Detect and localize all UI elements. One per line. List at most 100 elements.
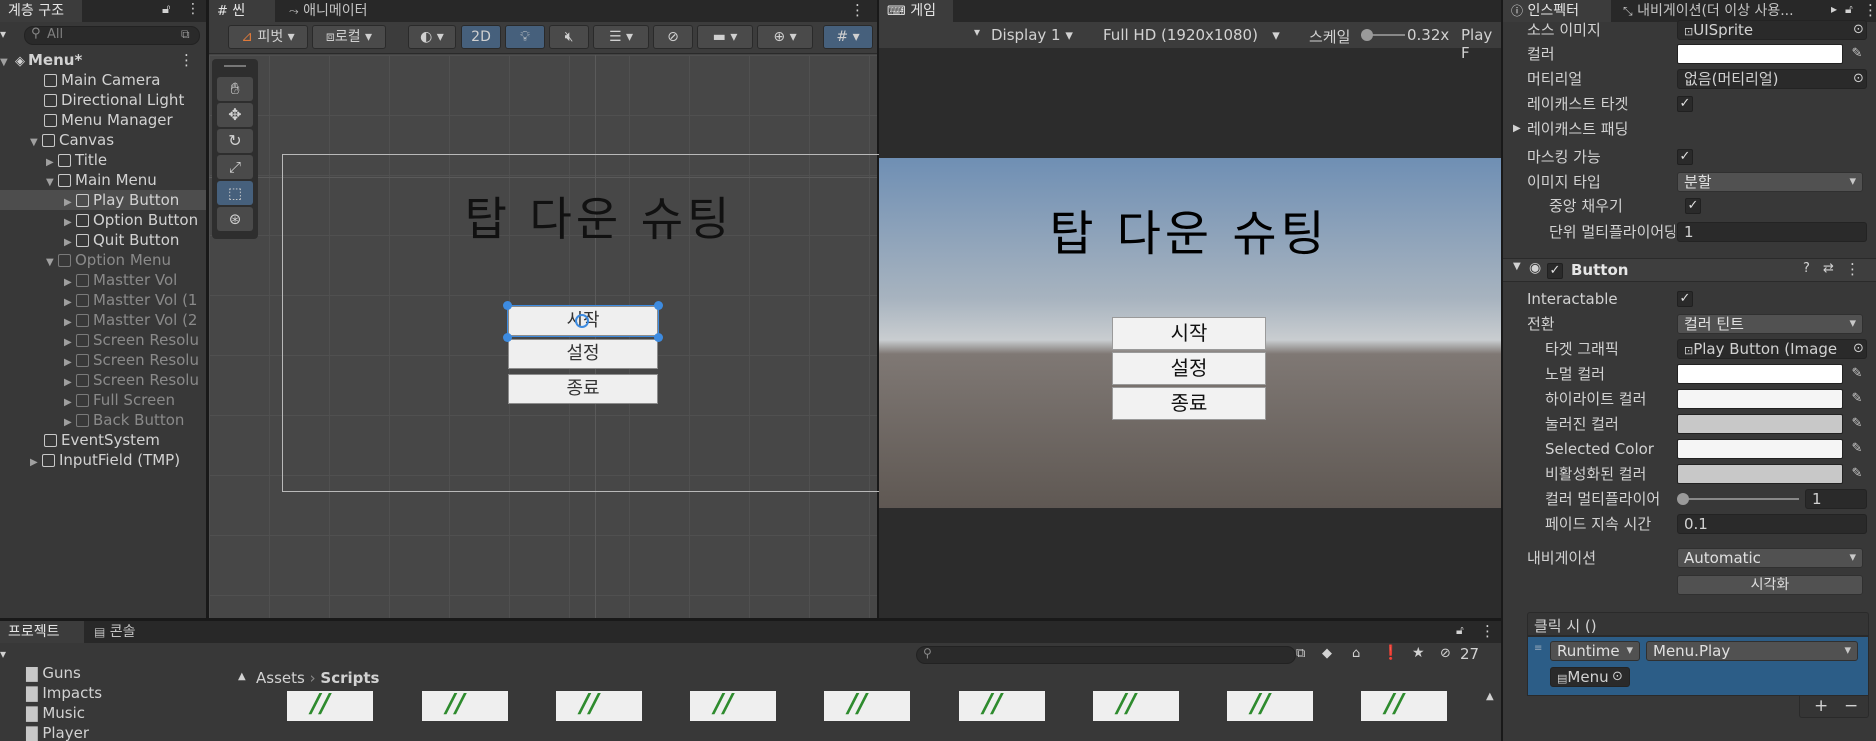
tree-item-screen-resolution[interactable]: ▶ Screen Resolu [0, 330, 206, 350]
runtime-dropdown[interactable]: Runtime [1550, 641, 1640, 661]
folder-item-guns[interactable]: ▇ Guns [0, 667, 246, 683]
component-menu-icon[interactable]: ⋮ [1845, 260, 1860, 278]
lock-icon[interactable]: 🔓︎ [162, 2, 170, 17]
rect-handle[interactable] [503, 301, 512, 310]
tab-console[interactable]: ▤ 콘솔 [86, 621, 154, 643]
eyedropper-icon[interactable]: ✎ [1849, 366, 1865, 382]
tab-game[interactable]: ⌨︎ 게임 [879, 0, 953, 22]
scale-tool-icon[interactable]: ⤢ [217, 155, 253, 179]
help-icon[interactable]: ? [1803, 261, 1810, 276]
script-asset-icon[interactable]: // [1361, 691, 1447, 721]
tab-hierarchy[interactable]: 계층 구조 [0, 0, 82, 22]
navigation-dropdown[interactable]: Automatic [1677, 548, 1863, 568]
tree-item-inputfield[interactable]: ▶ InputField (TMP) [0, 450, 206, 470]
overlay-drag-handle[interactable] [224, 65, 246, 67]
expand-arrow-icon[interactable]: ▶ [30, 453, 42, 470]
scene-viewport[interactable]: 탑 다운 슈팅 시작 설정 종료 [209, 55, 882, 618]
folder-item-music[interactable]: ▇ Music [0, 703, 246, 723]
tree-item-master-vol[interactable]: ▶ Mastter Vol [0, 270, 206, 290]
transition-dropdown[interactable]: 컬러 틴트 [1677, 314, 1863, 334]
expand-arrow-icon[interactable]: ▶ [64, 393, 76, 410]
hidden-packages-icon[interactable]: ⊘ [1440, 646, 1451, 661]
search-filter-icon[interactable]: ⧉ [181, 27, 190, 42]
script-asset-icon[interactable]: // [287, 691, 373, 721]
script-asset-icon[interactable]: // [556, 691, 642, 721]
favorite-icon[interactable]: ★ [1412, 645, 1425, 661]
move-tool-icon[interactable]: ✥ [217, 103, 253, 127]
tree-item-canvas[interactable]: ▼ Canvas [0, 130, 206, 150]
search-type-icon[interactable]: ⧉ [1296, 646, 1305, 661]
tab-scene[interactable]: # 씬 [209, 0, 275, 22]
eyedropper-icon[interactable]: ✎ [1849, 441, 1865, 457]
expand-arrow-icon[interactable]: ▶ [64, 293, 76, 310]
pivot-handle-icon[interactable] [575, 314, 589, 328]
expand-arrow-icon[interactable]: ▼ [30, 133, 42, 150]
normal-color-swatch[interactable] [1677, 364, 1843, 384]
play-focused-dropdown[interactable]: Play F [1461, 26, 1501, 62]
color-multiplier-slider[interactable] [1681, 498, 1799, 500]
pivot-dropdown[interactable]: ⊿ 피벗 ▾ [228, 25, 308, 49]
expand-arrow-icon[interactable]: ▼ [46, 173, 58, 190]
scale-slider-thumb[interactable] [1361, 29, 1373, 41]
color-multiplier-field[interactable]: 1 [1805, 489, 1867, 509]
maskable-checkbox[interactable]: ✓ [1677, 149, 1693, 165]
expand-arrow-icon[interactable]: ▶ [46, 153, 58, 170]
tree-item-option-button[interactable]: ▶ Option Button [0, 210, 206, 230]
expand-arrow-icon[interactable]: ▼ [46, 253, 58, 270]
selected-color-swatch[interactable] [1677, 439, 1843, 459]
script-asset-icon[interactable]: // [1093, 691, 1179, 721]
project-search-input[interactable]: ⚲ [916, 646, 1296, 664]
folder-item-impacts[interactable]: ▇ Impacts [0, 683, 246, 703]
object-picker-icon[interactable]: ⊙ [1853, 337, 1864, 361]
scale-slider[interactable] [1361, 28, 1405, 42]
hand-tool-icon[interactable]: ✋︎ [217, 77, 253, 101]
scroll-up-icon[interactable]: ▲ [238, 671, 246, 682]
tree-item-master-vol-1[interactable]: ▶ Mastter Vol (1 [0, 290, 206, 310]
color-multiplier-thumb[interactable] [1677, 493, 1689, 505]
onclick-entry[interactable]: ≡ Runtime Menu.Play ▤Menu ⊙ [1527, 636, 1869, 696]
breadcrumb-root[interactable]: Assets [256, 669, 305, 687]
expand-arrow-icon[interactable]: ▶ [64, 313, 76, 330]
label-filter-icon[interactable]: ⌂ [1352, 646, 1360, 661]
source-image-field[interactable]: ⊡UISprite [1677, 20, 1867, 40]
reorder-handle-icon[interactable]: ≡ [1534, 643, 1542, 654]
color-swatch[interactable] [1677, 44, 1843, 64]
project-more-icon[interactable]: ⋮ [1480, 622, 1495, 640]
tree-item-option-menu[interactable]: ▼ Option Menu [0, 250, 206, 270]
game-option-button[interactable]: 설정 [1112, 352, 1266, 385]
script-asset-icon[interactable]: // [422, 691, 508, 721]
pixels-per-unit-field[interactable]: 1 [1677, 222, 1867, 242]
camera-dropdown[interactable]: ▬ ▾ [697, 25, 753, 49]
script-asset-icon[interactable]: // [824, 691, 910, 721]
audio-toggle[interactable]: 🔇︎ [549, 25, 589, 49]
scene-root[interactable]: ▼ ◈ Menu* ⋮ [0, 50, 206, 70]
tree-item-play-button[interactable]: ▶ Play Button [0, 190, 206, 210]
add-dropdown-icon[interactable]: ▾ [0, 27, 6, 41]
button-component-header[interactable]: ▼ ◉ ✓ Button ? ⇄ ⋮ [1503, 258, 1876, 282]
tree-item-main-camera[interactable]: Main Camera [0, 70, 206, 90]
tab-animator[interactable]: ⤳ 애니메이터 [281, 0, 401, 22]
script-asset-icon[interactable]: // [690, 691, 776, 721]
rect-handle[interactable] [654, 333, 663, 342]
rect-handle[interactable] [503, 333, 512, 342]
button-enabled-checkbox[interactable]: ✓ [1547, 263, 1563, 279]
expand-arrow-icon[interactable]: ▶ [64, 193, 76, 210]
lock-icon[interactable]: 🔓︎ [1845, 2, 1853, 17]
resolution-dropdown[interactable]: Full HD (1920x1080) ▾ [1103, 24, 1280, 46]
expand-arrow-icon[interactable]: ▶ [64, 213, 76, 230]
tree-item-screen-resolution[interactable]: ▶ Screen Resolu [0, 370, 206, 390]
scene-quit-button[interactable]: 종료 [508, 374, 658, 404]
toggle-2d-button[interactable]: 2D [461, 25, 501, 49]
game-viewport[interactable]: 탑 다운 슈팅 시작 설정 종료 [879, 158, 1501, 508]
rect-tool-icon[interactable]: ⬚ [217, 181, 253, 205]
effects-dropdown[interactable]: ☰ ▾ [593, 25, 649, 49]
tab-scroll-icon[interactable]: ▸ [1831, 2, 1837, 16]
add-event-button[interactable]: + [1814, 696, 1828, 716]
warning-icon[interactable]: ❗ [1382, 645, 1399, 661]
expand-arrow-icon[interactable]: ▶ [64, 233, 76, 250]
filter-type-icon[interactable]: ◆ [1322, 646, 1332, 661]
game-quit-button[interactable]: 종료 [1112, 387, 1266, 420]
scene-more-icon[interactable]: ⋮ [850, 1, 865, 19]
scene-menu-icon[interactable]: ⋮ [179, 50, 194, 70]
raycast-padding-row[interactable]: ▶ 레이캐스트 패딩 [1503, 117, 1876, 141]
